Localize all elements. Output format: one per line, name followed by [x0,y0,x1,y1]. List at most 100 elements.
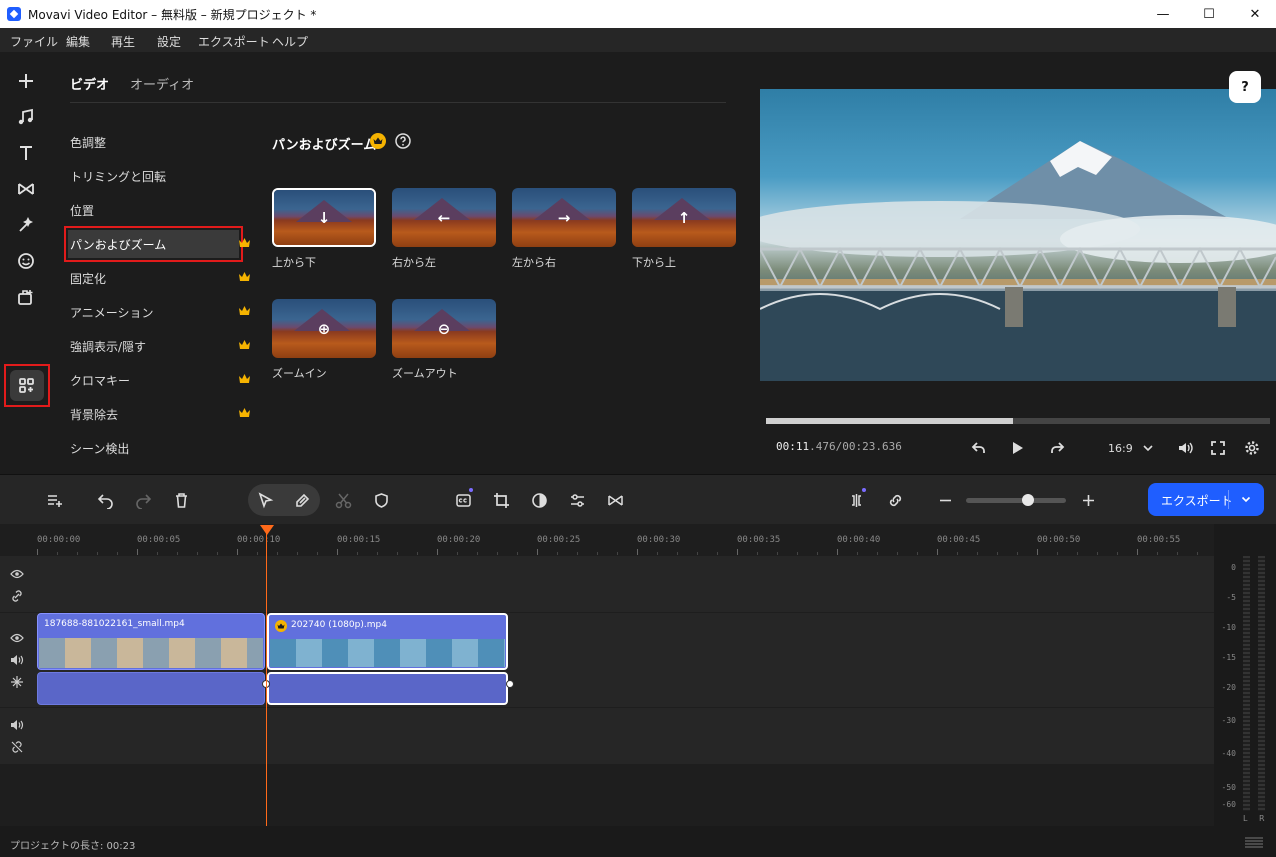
redo-icon[interactable] [131,488,155,512]
category-stabilization[interactable]: 固定化 [70,263,250,293]
ruler-minor-tick [917,552,918,555]
preview-panel: ? 00:11.476/00:23.636 16:9 [760,52,1276,474]
menu-edit[interactable]: 編集 [66,33,90,50]
category-animation[interactable]: アニメーション [70,297,250,327]
ruler-minor-tick [617,552,618,555]
ruler-minor-tick [197,552,198,555]
timeline-zoom-slider[interactable] [966,498,1066,503]
category-background-removal[interactable]: 背景除去 [70,399,250,429]
menu-settings[interactable]: 設定 [157,33,181,50]
timeline-zoom-handle[interactable] [1022,494,1034,506]
link-icon[interactable] [10,589,24,603]
maximize-button[interactable]: ☐ [1186,0,1232,28]
keyframe-handle[interactable] [506,680,514,688]
preset-left-to-right[interactable]: → [512,188,616,247]
category-scene-detection[interactable]: シーン検出 [70,433,246,463]
timeline-ruler[interactable]: 00:00:00 00:00:05 00:00:10 00:00:15 00:00:20… [0,524,1214,556]
preset-top-to-bottom[interactable]: ↓ [272,188,376,247]
preset-right-to-left[interactable]: ← [392,188,496,247]
category-color-adjust[interactable]: 色調整 [70,127,246,157]
crown-icon [239,408,250,417]
category-trim-rotate[interactable]: トリミングと回転 [70,161,246,191]
settings-gear-icon[interactable] [1240,436,1264,460]
play-icon[interactable] [1005,436,1029,460]
unlink-icon[interactable] [10,740,24,754]
transition-wizard-icon[interactable] [603,488,627,512]
add-icon[interactable] [11,66,41,96]
add-track-icon[interactable] [42,488,66,512]
text-icon[interactable] [11,138,41,168]
link-clips-icon[interactable] [883,488,907,512]
chevron-down-icon[interactable] [1136,436,1160,460]
audio-waveform-clip[interactable] [37,672,265,705]
video-clip[interactable]: 187688-881022161_small.mp4 [37,613,265,670]
category-pan-zoom[interactable]: パンおよびズーム [70,229,250,259]
transitions-icon[interactable] [11,174,41,204]
arrow-right-icon: → [557,208,571,227]
delete-icon[interactable] [169,488,193,512]
minimize-button[interactable]: — [1140,0,1186,28]
ruler-minor-tick [97,552,98,555]
category-highlight-hide[interactable]: 強調表示/隠す [70,331,250,361]
volume-icon[interactable] [10,718,24,732]
export-options-chevron-icon[interactable] [1235,488,1257,510]
playhead-handle[interactable] [260,525,274,535]
eye-icon[interactable] [10,631,24,645]
preset-zoom-in[interactable]: ⊕ [272,299,376,358]
marker-shield-icon[interactable] [369,488,393,512]
more-tools-icon[interactable] [12,371,42,401]
help-icon[interactable] [395,133,411,149]
playback-progress-bar[interactable] [766,418,1270,424]
volume-icon[interactable] [10,653,24,667]
music-icon[interactable] [11,102,41,132]
arrow-up-icon: ↑ [677,208,691,227]
export-button[interactable]: エクスポート [1148,483,1264,516]
select-cursor-icon[interactable] [253,488,277,512]
category-chroma-key[interactable]: クロマキー [70,365,250,395]
menu-export[interactable]: エクスポート [198,33,270,50]
properties-sliders-icon[interactable] [565,488,589,512]
menu-playback[interactable]: 再生 [111,33,135,50]
meter-toggle-icon[interactable] [1244,836,1264,850]
ruler-tick-label: 00:00:35 [737,535,781,545]
split-scissors-icon[interactable] [331,488,355,512]
video-preview[interactable] [760,89,1276,381]
playhead-line[interactable] [266,528,267,826]
ruler-minor-tick [857,552,858,555]
meter-label: -15 [1221,653,1236,662]
preset-zoom-out[interactable]: ⊖ [392,299,496,358]
category-position[interactable]: 位置 [70,195,246,225]
step-forward-icon[interactable] [1045,436,1069,460]
stickers-icon[interactable] [11,246,41,276]
zoom-out-minus-icon[interactable] [933,488,957,512]
menu-file[interactable]: ファイル [10,33,58,50]
tab-audio[interactable]: オーディオ [130,74,194,93]
aspect-ratio[interactable]: 16:9 [1108,442,1133,455]
video-clip-selected[interactable]: 202740 (1080p).mp4 [267,613,508,670]
crop-icon[interactable] [489,488,513,512]
effects-panel: ビデオ オーディオ 色調整 トリミングと回転 位置 パンおよびズーム 固定化 ア… [52,52,760,474]
preset-bottom-to-top[interactable]: ↑ [632,188,736,247]
ruler-minor-tick [877,552,878,555]
zoom-in-plus-icon[interactable] [1076,488,1100,512]
fullscreen-icon[interactable] [1206,436,1230,460]
audio-waveform-clip-selected[interactable] [267,672,508,705]
undo-icon[interactable] [93,488,117,512]
close-button[interactable]: ✕ [1232,0,1276,28]
menu-help[interactable]: ヘルプ [272,33,308,50]
effects-icon[interactable] [11,210,41,240]
help-button[interactable]: ? [1229,71,1261,103]
volume-icon[interactable] [1173,436,1197,460]
meter-channel-label: R [1259,814,1265,823]
meter-right-channel [1258,556,1265,811]
elements-icon[interactable] [11,282,41,312]
blade-marker-icon[interactable] [290,488,314,512]
tab-video[interactable]: ビデオ [70,74,109,93]
step-back-icon[interactable] [967,436,991,460]
color-adjust-icon[interactable] [527,488,551,512]
audio-effects-icon[interactable] [10,675,24,689]
ruler-tick-label: 00:00:20 [437,535,481,545]
ruler-minor-tick [817,552,818,555]
ruler-tick-label: 00:00:05 [137,535,181,545]
eye-icon[interactable] [10,567,24,581]
